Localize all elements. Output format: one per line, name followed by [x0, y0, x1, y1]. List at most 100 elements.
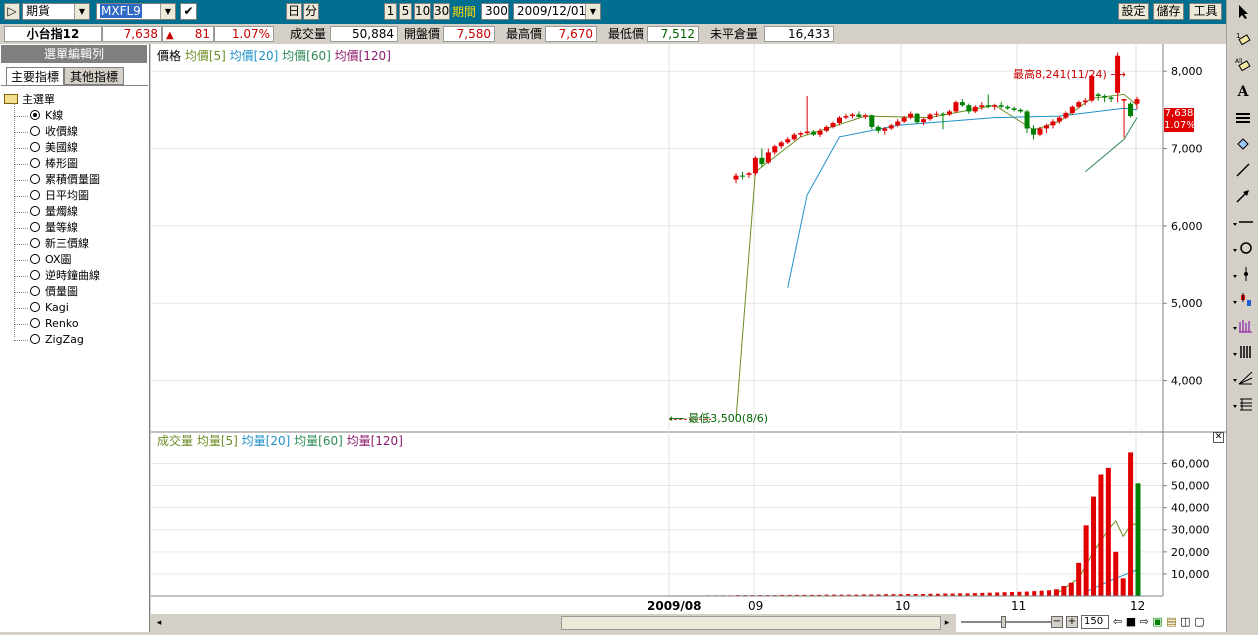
window-icon[interactable]: ▢: [1194, 615, 1204, 628]
tree-item[interactable]: Renko: [14, 316, 79, 332]
play-icon[interactable]: ▷: [4, 3, 20, 20]
volume-tick-label: 50,000: [1171, 480, 1210, 493]
candle-body: [927, 114, 933, 120]
circle-icon[interactable]: [1230, 238, 1256, 258]
tree-item[interactable]: Kagi: [14, 300, 69, 316]
tab-other-indicators[interactable]: 其他指標: [64, 67, 124, 85]
tree-item[interactable]: 棒形圖: [14, 156, 78, 172]
radio-icon[interactable]: [30, 158, 40, 168]
arrow-right-icon: ⟶: [1110, 68, 1127, 81]
fib-retracement-icon[interactable]: [1230, 394, 1256, 414]
radio-icon[interactable]: [30, 286, 40, 296]
period-5-button[interactable]: 5: [399, 3, 412, 20]
day-button[interactable]: 日: [286, 3, 302, 20]
radio-icon[interactable]: [30, 302, 40, 312]
date-select[interactable]: 2009/12/01 ▼: [513, 3, 601, 20]
radio-icon[interactable]: [30, 318, 40, 328]
low-annotation-text: 最低3,500(8/6): [688, 412, 769, 425]
zoom-input[interactable]: 150: [1081, 615, 1109, 629]
minute-button[interactable]: 分: [303, 3, 319, 20]
tree-item[interactable]: ZigZag: [14, 332, 84, 348]
settings-button[interactable]: 設定: [1118, 3, 1149, 20]
gann-fan-icon[interactable]: [1230, 368, 1256, 388]
radio-icon[interactable]: [30, 334, 40, 344]
period-10-button[interactable]: 10: [414, 3, 431, 20]
radio-icon[interactable]: [30, 222, 40, 232]
zoom-in-icon[interactable]: +: [1066, 616, 1078, 628]
tree-item-label: OX圖: [45, 253, 72, 266]
open-label: 開盤價: [404, 27, 441, 41]
tree-item-label: 新三價線: [45, 237, 89, 250]
tab-main-indicators[interactable]: 主要指標: [6, 67, 64, 85]
tree-item[interactable]: 量燭線: [14, 204, 78, 220]
scroll-left-icon[interactable]: ◂: [153, 617, 165, 629]
close-icon[interactable]: ✕: [1213, 432, 1224, 443]
tree-item[interactable]: 日平均圖: [14, 188, 89, 204]
market-select[interactable]: 期貨 ▼: [22, 3, 90, 20]
candle-body: [765, 152, 771, 163]
save-button[interactable]: 儲存: [1153, 3, 1184, 20]
scroll-right-icon[interactable]: ▸: [941, 617, 953, 629]
eraser-all-icon[interactable]: All: [1230, 54, 1256, 74]
radio-icon[interactable]: [30, 254, 40, 264]
tree-item[interactable]: 價量圖: [14, 284, 78, 300]
pan-right-icon[interactable]: ⇨: [1140, 615, 1149, 628]
last-price-marker: 7,638 1.07%: [1164, 108, 1196, 132]
fill-icon[interactable]: [1230, 134, 1256, 154]
lines-icon[interactable]: [1230, 108, 1256, 128]
horizontal-scrollbar[interactable]: ◂ ▸: [151, 614, 956, 632]
tab-divider: [1, 85, 148, 86]
stop-icon[interactable]: ■: [1126, 615, 1136, 628]
tree-item[interactable]: 逆時鐘曲線: [14, 268, 100, 284]
scrollbar-thumb[interactable]: [561, 616, 941, 630]
radio-icon[interactable]: [30, 190, 40, 200]
candle-body: [901, 117, 907, 122]
tools-button[interactable]: 工具: [1189, 3, 1222, 20]
pan-left-icon[interactable]: ⇦: [1113, 615, 1122, 628]
arrow-line-icon[interactable]: [1230, 186, 1256, 206]
vertical-lines-icon[interactable]: [1230, 342, 1256, 362]
tree-item[interactable]: 量等線: [14, 220, 78, 236]
chevron-down-icon[interactable]: ▼: [74, 4, 89, 19]
checkbox[interactable]: ✔: [180, 3, 197, 20]
horizontal-line-icon[interactable]: [1230, 212, 1256, 232]
tree-item[interactable]: 累積價量圖: [14, 172, 100, 188]
symbol-select[interactable]: MXFL9 ▼: [96, 3, 176, 20]
radio-icon[interactable]: [30, 174, 40, 184]
vertical-marker-icon[interactable]: [1230, 264, 1256, 284]
candle-body: [1050, 121, 1056, 126]
fibonacci-icon[interactable]: [1230, 316, 1256, 336]
tree-item[interactable]: 新三價線: [14, 236, 89, 252]
radio-icon[interactable]: [30, 206, 40, 216]
period-input[interactable]: 300: [481, 3, 509, 20]
chevron-down-icon[interactable]: ▼: [585, 4, 600, 19]
line-icon[interactable]: [1230, 160, 1256, 180]
candle-body: [875, 126, 881, 131]
eraser-one-icon[interactable]: 1: [1230, 28, 1256, 48]
quote-bar: 小台指12 7,638 ▲ 81 1.07% 成交量 50,884 開盤價 7,…: [0, 24, 1226, 44]
period-1-button[interactable]: 1: [384, 3, 397, 20]
chart-icon[interactable]: ◫: [1180, 615, 1190, 628]
tree-item[interactable]: 美國線: [14, 140, 78, 156]
bar-tool-icon[interactable]: [1230, 290, 1256, 310]
tree-item[interactable]: OX圖: [14, 252, 72, 268]
radio-icon[interactable]: [30, 142, 40, 152]
period-30-button[interactable]: 30: [433, 3, 450, 20]
legend-vma60: 均量[60]: [294, 434, 343, 448]
save-icon[interactable]: ▤: [1166, 615, 1176, 628]
excel-icon[interactable]: ▣: [1152, 615, 1162, 628]
tree-root[interactable]: 主選單: [4, 92, 55, 108]
tree-item[interactable]: K線: [14, 108, 63, 124]
tree-item[interactable]: 收價線: [14, 124, 78, 140]
radio-icon[interactable]: [30, 126, 40, 136]
zoom-out-icon[interactable]: −: [1051, 616, 1063, 628]
tree-item-label: 收價線: [45, 125, 78, 138]
radio-icon[interactable]: [30, 270, 40, 280]
radio-icon[interactable]: [30, 238, 40, 248]
zoom-slider[interactable]: [961, 616, 1051, 628]
pointer-icon[interactable]: [1230, 2, 1256, 22]
chevron-down-icon[interactable]: ▼: [160, 4, 175, 19]
radio-icon[interactable]: [30, 110, 40, 120]
zoom-slider-thumb[interactable]: [1001, 616, 1006, 628]
text-icon[interactable]: A: [1230, 82, 1256, 102]
